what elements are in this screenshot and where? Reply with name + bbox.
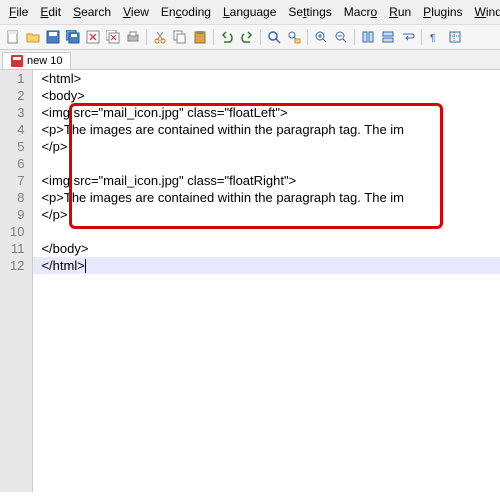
menu-language[interactable]: Language xyxy=(218,3,281,21)
code-line[interactable]: <body> xyxy=(41,87,500,104)
code-line[interactable]: <img src="mail_icon.jpg" class="floatRig… xyxy=(41,172,500,189)
code-line[interactable]: </p> xyxy=(41,206,500,223)
svg-text:¶: ¶ xyxy=(430,33,435,44)
separator xyxy=(146,29,147,45)
new-file-icon[interactable] xyxy=(4,28,22,46)
open-file-icon[interactable] xyxy=(24,28,42,46)
menu-view[interactable]: View xyxy=(118,3,154,21)
line-number-gutter: 123456789101112 xyxy=(0,70,33,492)
code-line[interactable]: <p>The images are contained within the p… xyxy=(41,189,500,206)
wrap-icon[interactable] xyxy=(399,28,417,46)
save-icon[interactable] xyxy=(44,28,62,46)
menu-plugins[interactable]: Plugins xyxy=(418,3,467,21)
zoom-in-icon[interactable] xyxy=(312,28,330,46)
cut-icon[interactable] xyxy=(151,28,169,46)
menu-window[interactable]: Window xyxy=(470,3,500,21)
show-chars-icon[interactable]: ¶ xyxy=(426,28,444,46)
code-line[interactable]: <p>The images are contained within the p… xyxy=(41,121,500,138)
tab-label: new 10 xyxy=(27,55,62,67)
replace-icon[interactable] xyxy=(285,28,303,46)
code-editor[interactable]: 123456789101112 <html><body><img src="ma… xyxy=(0,70,500,492)
code-line[interactable]: </html> xyxy=(41,257,500,274)
zoom-out-icon[interactable] xyxy=(332,28,350,46)
code-line[interactable]: <img src="mail_icon.jpg" class="floatLef… xyxy=(41,104,500,121)
separator xyxy=(213,29,214,45)
find-icon[interactable] xyxy=(265,28,283,46)
menu-encoding[interactable]: Encoding xyxy=(156,3,216,21)
sync-v-icon[interactable] xyxy=(359,28,377,46)
code-line[interactable]: </p> xyxy=(41,138,500,155)
menu-search[interactable]: Search xyxy=(68,3,116,21)
redo-icon[interactable] xyxy=(238,28,256,46)
indent-guide-icon[interactable] xyxy=(446,28,464,46)
code-line[interactable]: <html> xyxy=(41,70,500,87)
paste-icon[interactable] xyxy=(191,28,209,46)
unsaved-icon xyxy=(11,55,23,67)
copy-icon[interactable] xyxy=(171,28,189,46)
menu-macro[interactable]: Macro xyxy=(339,3,382,21)
close-all-icon[interactable] xyxy=(104,28,122,46)
code-line[interactable] xyxy=(41,155,500,172)
menubar: File Edit Search View Encoding Language … xyxy=(0,0,500,25)
menu-settings[interactable]: Settings xyxy=(283,3,336,21)
separator xyxy=(307,29,308,45)
undo-icon[interactable] xyxy=(218,28,236,46)
code-content[interactable]: <html><body><img src="mail_icon.jpg" cla… xyxy=(33,70,500,274)
menu-run[interactable]: Run xyxy=(384,3,416,21)
print-icon[interactable] xyxy=(124,28,142,46)
close-icon[interactable] xyxy=(84,28,102,46)
file-tab[interactable]: new 10 xyxy=(2,52,71,69)
toolbar: ¶ xyxy=(0,25,500,50)
code-line[interactable] xyxy=(41,223,500,240)
separator xyxy=(421,29,422,45)
menu-edit[interactable]: Edit xyxy=(35,3,66,21)
sync-h-icon[interactable] xyxy=(379,28,397,46)
save-all-icon[interactable] xyxy=(64,28,82,46)
separator xyxy=(354,29,355,45)
code-line[interactable]: </body> xyxy=(41,240,500,257)
menu-file[interactable]: File xyxy=(4,3,33,21)
tab-strip: new 10 xyxy=(0,50,500,70)
separator xyxy=(260,29,261,45)
